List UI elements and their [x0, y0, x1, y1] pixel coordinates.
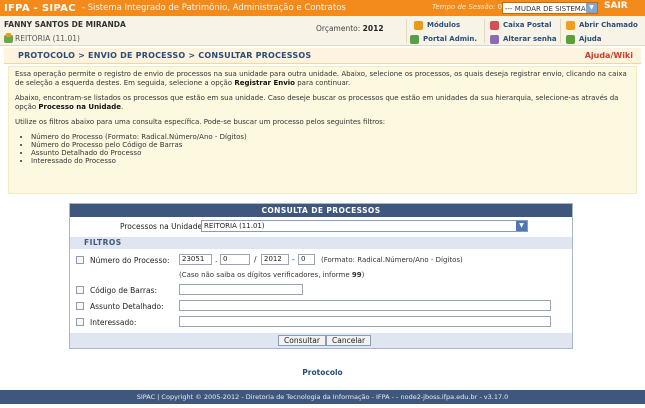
- interested-label: Interessado:: [90, 318, 137, 327]
- chevron-down-icon: ▼: [516, 221, 527, 231]
- check-digits-hint: (Caso não saiba os dígitos verificadores…: [179, 271, 364, 279]
- barcode-checkbox[interactable]: [76, 286, 84, 294]
- divider: [560, 19, 561, 43]
- hint-text: ): [361, 271, 365, 279]
- barcode-input[interactable]: [179, 284, 303, 295]
- admin-portal-label: Portal Admin.: [423, 35, 478, 43]
- user-name: FANNY SANTOS DE MIRANDA: [4, 20, 126, 29]
- help-icon: [566, 34, 575, 44]
- help-wiki-link[interactable]: Ajuda/Wiki: [585, 51, 633, 60]
- digits-input[interactable]: 0: [298, 254, 315, 265]
- cancel-button[interactable]: Cancelar: [326, 335, 372, 346]
- modules-link[interactable]: Módulos: [414, 19, 460, 31]
- year-input[interactable]: 2012: [261, 254, 289, 265]
- breadcrumb-bar: PROTOCOLO > ENVIO DE PROCESSO > CONSULTA…: [4, 48, 641, 64]
- hint-text: (Caso não saiba os dígitos verificadores…: [179, 271, 352, 279]
- subject-input[interactable]: [179, 300, 551, 311]
- budget-year-value: 2012: [362, 24, 384, 33]
- top-bar: IFPA - SIPAC - Sistema Integrado de Patr…: [0, 0, 645, 16]
- unit-select[interactable]: REITORIA (11.01) ▼: [201, 220, 528, 232]
- unit-select-label: Processos na Unidade:: [120, 222, 205, 231]
- mailbox-link[interactable]: Caixa Postal: [490, 19, 552, 31]
- exit-button[interactable]: SAIR: [604, 1, 628, 11]
- instructions-paragraph: Essa operação permite o registro de envi…: [15, 70, 630, 88]
- system-switch-value: --- MUDAR DE SISTEMA ---: [505, 5, 596, 13]
- user-unit[interactable]: REITORIA (11.01): [4, 32, 80, 43]
- subject-row: Assunto Detalhado:: [70, 299, 572, 313]
- change-password-label: Alterar senha: [503, 35, 557, 43]
- help-link[interactable]: Ajuda: [566, 33, 602, 45]
- breadcrumb: PROTOCOLO > ENVIO DE PROCESSO > CONSULTA…: [18, 51, 312, 60]
- subject-label: Assunto Detalhado:: [90, 302, 164, 311]
- list-item: Número do Processo (Formato: Radical.Núm…: [31, 133, 630, 141]
- form-actions: Consultar Cancelar: [70, 333, 572, 348]
- interested-input[interactable]: [179, 316, 551, 327]
- divider: [484, 19, 485, 43]
- check-digits-hint-row: (Caso não saiba os dígitos verificadores…: [70, 268, 572, 282]
- instructions-text: para continuar.: [294, 79, 351, 87]
- modules-icon: [414, 20, 423, 30]
- filters-heading: FILTROS: [70, 237, 572, 249]
- instructions-paragraph: Utilize os filtros abaixo para uma consu…: [15, 118, 386, 126]
- protocol-link[interactable]: Protocolo: [0, 368, 645, 377]
- radical-input[interactable]: 23051: [179, 254, 212, 265]
- list-item: Número do Processo pelo Código de Barras: [31, 141, 630, 149]
- modules-label: Módulos: [427, 21, 461, 29]
- divider: [406, 19, 407, 43]
- user-unit-label: REITORIA (11.01): [15, 34, 80, 43]
- instructions-box: Essa operação permite o registro de envi…: [8, 66, 637, 194]
- key-icon: [490, 34, 499, 44]
- chevron-down-icon: ▼: [586, 3, 597, 13]
- interested-checkbox[interactable]: [76, 318, 84, 326]
- instructions-emphasis: Processo na Unidade: [38, 103, 121, 111]
- instructions-text: .: [120, 103, 124, 111]
- app-subtitle: - Sistema Integrado de Patrimônio, Admin…: [81, 3, 346, 13]
- unit-icon: [4, 32, 13, 43]
- instructions-emphasis: Registrar Envio: [234, 79, 295, 87]
- footer: SIPAC | Copyright © 2005-2012 - Diretori…: [0, 390, 645, 404]
- format-hint: (Formato: Radical.Número/Ano - Dígitos): [321, 256, 463, 264]
- change-password-link[interactable]: Alterar senha: [490, 33, 557, 45]
- instructions-paragraph: Abaixo, encontram-se listados os process…: [15, 94, 630, 112]
- search-form: CONSULTA DE PROCESSOS Processos na Unida…: [69, 203, 573, 349]
- subject-checkbox[interactable]: [76, 302, 84, 310]
- number-input[interactable]: 0: [220, 254, 250, 265]
- system-switch-select[interactable]: --- MUDAR DE SISTEMA --- ▼: [502, 2, 598, 14]
- help-label: Ajuda: [579, 35, 602, 43]
- process-number-row: Número do Processo: 23051 . 0 / 2012 - 0…: [70, 253, 572, 267]
- open-ticket-link[interactable]: Abrir Chamado: [566, 19, 638, 31]
- list-item: Assunto Detalhado do Processo: [31, 149, 630, 157]
- budget-label: Orçamento:: [316, 24, 361, 33]
- process-number-label: Número do Processo:: [90, 256, 170, 265]
- user-info-bar: FANNY SANTOS DE MIRANDA REITORIA (11.01)…: [0, 16, 645, 46]
- unit-select-value: REITORIA (11.01): [204, 222, 265, 230]
- session-label: Tempo de Sessão:: [432, 3, 496, 11]
- app-brand: IFPA - SIPAC: [4, 2, 76, 14]
- unit-row: Processos na Unidade: REITORIA (11.01) ▼: [70, 218, 572, 234]
- filters-list: Número do Processo (Formato: Radical.Núm…: [31, 133, 630, 165]
- mailbox-label: Caixa Postal: [503, 21, 552, 29]
- barcode-label: Código de Barras:: [90, 286, 157, 295]
- process-number-checkbox[interactable]: [76, 256, 84, 264]
- list-item: Interessado do Processo: [31, 157, 630, 165]
- interested-row: Interessado:: [70, 315, 572, 329]
- form-title: CONSULTA DE PROCESSOS: [70, 204, 572, 217]
- ticket-icon: [566, 20, 575, 30]
- search-button[interactable]: Consultar: [278, 335, 326, 346]
- separator: .: [215, 255, 218, 264]
- separator: -: [292, 255, 295, 264]
- barcode-row: Código de Barras:: [70, 283, 572, 297]
- mailbox-icon: [490, 20, 499, 30]
- open-ticket-label: Abrir Chamado: [579, 21, 638, 29]
- budget-year: Orçamento: 2012: [316, 24, 384, 33]
- admin-portal-link[interactable]: Portal Admin.: [410, 33, 477, 45]
- separator: /: [254, 255, 257, 264]
- hint-emphasis: 99: [351, 271, 362, 279]
- admin-portal-icon: [410, 34, 419, 44]
